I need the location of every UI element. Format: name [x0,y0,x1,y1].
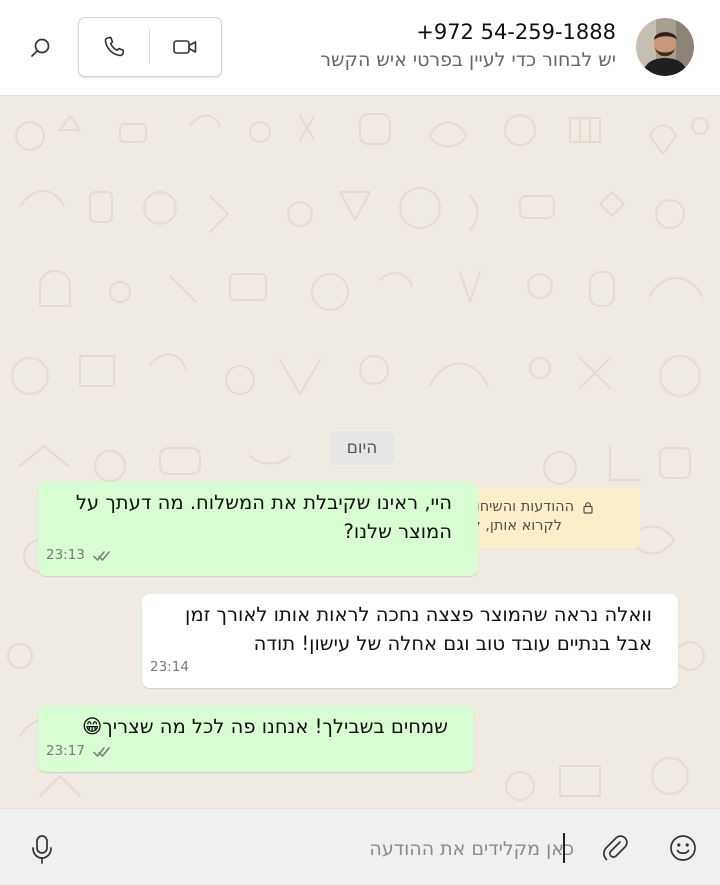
message-time: 23:13 [46,547,85,563]
message-text: אבל בנתיים עובד טוב וגם אחלה של עישון! ת… [253,632,652,655]
voice-call-button[interactable] [79,18,149,76]
message-bubble-outgoing[interactable]: היי, ראינו שקיבלת את המשלוח. מה דעתך על … [38,482,478,576]
video-camera-icon [173,40,197,54]
message-text: היי, ראינו שקיבלת את המשלוח. מה דעתך על [75,491,452,514]
contact-subtitle: יש לבחור כדי לעיין בפרטי איש הקשר [320,49,616,71]
message-text: וואלה נראה שהמוצר פצצה נחכה לראות אותו ל… [185,603,652,626]
chat-header: +972 54-259-1888 יש לבחור כדי לעיין בפרט… [0,0,720,96]
avatar[interactable] [636,18,694,76]
emoji-button[interactable] [668,833,698,863]
chat-area[interactable]: היום ההודעות והשיחות מוצפנות מקצה לקצה ו… [0,96,720,808]
phone-icon [104,36,125,57]
microphone-icon [32,835,52,864]
search-icon [31,38,50,57]
day-separator: היום [330,431,394,465]
message-time: 23:14 [150,659,189,675]
message-bubble-incoming[interactable]: וואלה נראה שהמוצר פצצה נחכה לראות אותו ל… [142,594,678,688]
contact-info[interactable]: +972 54-259-1888 יש לבחור כדי לעיין בפרט… [320,18,616,74]
text-caret [563,833,565,863]
message-meta: 23:14 [150,653,189,682]
contact-photo [636,18,694,76]
message-meta: 23:13 [46,541,111,570]
message-composer [0,808,720,885]
double-check-icon [93,550,110,561]
video-call-button[interactable] [150,18,220,76]
message-time: 23:17 [46,743,85,759]
double-check-icon [93,746,110,757]
message-input[interactable] [80,827,576,871]
call-button-group [78,17,222,77]
attach-button[interactable] [602,833,632,863]
smiley-icon [670,835,696,861]
contact-number: +972 54-259-1888 [416,20,616,44]
message-bubble-outgoing[interactable]: שמחים בשבילך! אנחנו פה לכל מה שצריך😁 23:… [38,706,474,772]
message-meta: 23:17 [46,737,111,766]
search-button[interactable] [26,34,54,62]
lock-icon [583,501,593,514]
voice-message-button[interactable] [28,833,56,865]
paperclip-icon [603,835,628,861]
